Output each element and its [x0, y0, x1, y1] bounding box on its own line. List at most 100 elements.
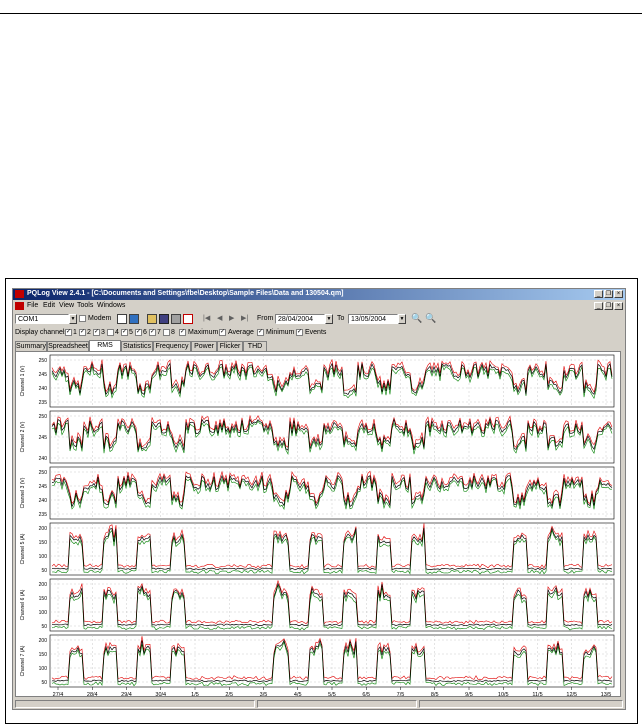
channel-5-checkbox[interactable]: ✓: [121, 329, 128, 336]
prev-icon[interactable]: ◀: [217, 314, 222, 322]
display-channels-label: Display channels: [15, 329, 68, 336]
doc-minimize-icon[interactable]: _: [594, 302, 603, 310]
page-top-rule: [0, 13, 642, 14]
channel-1-checkbox[interactable]: ✓: [65, 329, 72, 336]
menu-view[interactable]: View: [59, 302, 74, 309]
y-axis-label: Channel 3 (V): [20, 477, 26, 508]
events-checkbox[interactable]: ✓: [296, 329, 303, 336]
y-axis-label: Channel 7 (A): [20, 645, 26, 676]
channel-2-label: 2: [87, 329, 91, 336]
restore-icon[interactable]: ❐: [604, 290, 613, 298]
rms-chart-area[interactable]: 250 245 240 235 Channel 1 (V) 250 245 240 Channe…: [15, 351, 621, 698]
channel-8-checkbox[interactable]: [163, 329, 170, 336]
open-folder-icon[interactable]: [147, 314, 157, 324]
channel-3-checkbox[interactable]: ✓: [93, 329, 100, 336]
tab-frequency[interactable]: Frequency: [153, 341, 191, 351]
app-window: PQLog View 2.4.1 - [C:\Documents and Set…: [12, 288, 626, 710]
x-tick-label: 29/4: [121, 692, 132, 696]
y-tick-label: 250: [39, 358, 48, 364]
y-tick-label: 240: [39, 456, 48, 462]
last-icon[interactable]: ▶|: [241, 314, 248, 322]
doc-close-icon[interactable]: ×: [614, 302, 623, 310]
y-tick-label: 235: [39, 400, 48, 406]
minimize-icon[interactable]: _: [594, 290, 603, 298]
minimum-checkbox[interactable]: ✓: [257, 329, 264, 336]
print-icon[interactable]: [171, 314, 181, 324]
x-tick-label: 13/5: [601, 692, 612, 696]
report-icon[interactable]: [183, 314, 193, 324]
options-bar: Display channels ✓ 1 ✓ 2 ✓ 3 4 ✓ 5 ✓ 6 ✓…: [13, 327, 625, 338]
y-tick-label: 200: [39, 638, 48, 644]
channel-3-label: 3: [101, 329, 105, 336]
app-logo-icon: [15, 290, 24, 298]
y-tick-label: 150: [39, 540, 48, 546]
modem-label: Modem: [88, 315, 112, 322]
doc-restore-icon[interactable]: ❐: [604, 302, 613, 310]
y-tick-label: 200: [39, 526, 48, 532]
y-tick-label: 245: [39, 484, 48, 490]
tab-rms[interactable]: RMS: [89, 340, 121, 351]
channel-4-label: 4: [115, 329, 119, 336]
port-select[interactable]: COM1: [15, 314, 69, 324]
close-icon[interactable]: ×: [614, 290, 623, 298]
zoom-out-icon[interactable]: 🔍: [425, 313, 436, 324]
next-icon[interactable]: ▶: [229, 314, 234, 322]
rms-chart[interactable]: 250 245 240 235 Channel 1 (V) 250 245 240 Channe…: [16, 352, 620, 698]
x-tick-label: 4/5: [294, 692, 302, 696]
from-dropdown-icon[interactable]: ▼: [325, 314, 333, 324]
y-axis-label: Channel 2 (V): [20, 421, 26, 452]
tab-thd[interactable]: THD: [243, 341, 267, 351]
chevron-down-icon[interactable]: ▼: [69, 314, 77, 324]
tab-spreadsheet[interactable]: Spreadsheet: [47, 341, 89, 351]
tab-power[interactable]: Power: [191, 341, 217, 351]
modem-checkbox[interactable]: [79, 315, 86, 322]
menu-file[interactable]: File: [27, 302, 38, 309]
first-icon[interactable]: |◀: [203, 314, 210, 322]
x-tick-label: 28/4: [87, 692, 98, 696]
channel-7-label: 7: [157, 329, 161, 336]
status-bar: [13, 699, 625, 709]
to-dropdown-icon[interactable]: ▼: [398, 314, 406, 324]
tab-summary[interactable]: Summary: [15, 341, 47, 351]
download-icon[interactable]: [129, 314, 139, 324]
x-tick-label: 7/5: [397, 692, 405, 696]
channel-1-label: 1: [73, 329, 77, 336]
save-icon[interactable]: [159, 314, 169, 324]
window-title: PQLog View 2.4.1 - [C:\Documents and Set…: [27, 290, 344, 297]
channel-6-label: 6: [143, 329, 147, 336]
y-tick-label: 150: [39, 596, 48, 602]
x-tick-label: 8/5: [431, 692, 439, 696]
y-tick-label: 245: [39, 372, 48, 378]
y-tick-label: 240: [39, 498, 48, 504]
menu-bar: File Edit View Tools Windows _ ❐ ×: [13, 301, 625, 311]
channel-2-checkbox[interactable]: ✓: [79, 329, 86, 336]
y-tick-label: 150: [39, 652, 48, 658]
y-tick-label: 200: [39, 582, 48, 588]
x-tick-label: 9/5: [465, 692, 473, 696]
y-axis-label: Channel 1 (V): [20, 365, 26, 396]
tab-flicker[interactable]: Flicker: [217, 341, 243, 351]
channel-5-label: 5: [129, 329, 133, 336]
channel-7-checkbox[interactable]: ✓: [149, 329, 156, 336]
y-tick-label: 245: [39, 435, 48, 441]
connect-icon[interactable]: [117, 314, 127, 324]
maximum-checkbox[interactable]: ✓: [179, 329, 186, 336]
menu-windows[interactable]: Windows: [97, 302, 125, 309]
title-bar[interactable]: PQLog View 2.4.1 - [C:\Documents and Set…: [13, 289, 625, 300]
x-tick-label: 2/5: [225, 692, 233, 696]
status-pane-1: [15, 700, 255, 708]
menu-edit[interactable]: Edit: [43, 302, 55, 309]
tab-statistics[interactable]: Statistics: [121, 341, 153, 351]
minimum-label: Minimum: [266, 329, 295, 336]
from-date-field[interactable]: 28/04/2004: [275, 314, 325, 324]
y-tick-label: 100: [39, 666, 48, 672]
maximum-label: Maximum: [188, 329, 219, 336]
channel-6-checkbox[interactable]: ✓: [135, 329, 142, 336]
menu-tools[interactable]: Tools: [77, 302, 93, 309]
to-date-field[interactable]: 13/05/2004: [348, 314, 398, 324]
zoom-in-icon[interactable]: 🔍: [411, 313, 422, 324]
channel-4-checkbox[interactable]: [107, 329, 114, 336]
average-checkbox[interactable]: ✓: [219, 329, 226, 336]
y-tick-label: 235: [39, 512, 48, 518]
x-tick-label: 30/4: [155, 692, 166, 696]
